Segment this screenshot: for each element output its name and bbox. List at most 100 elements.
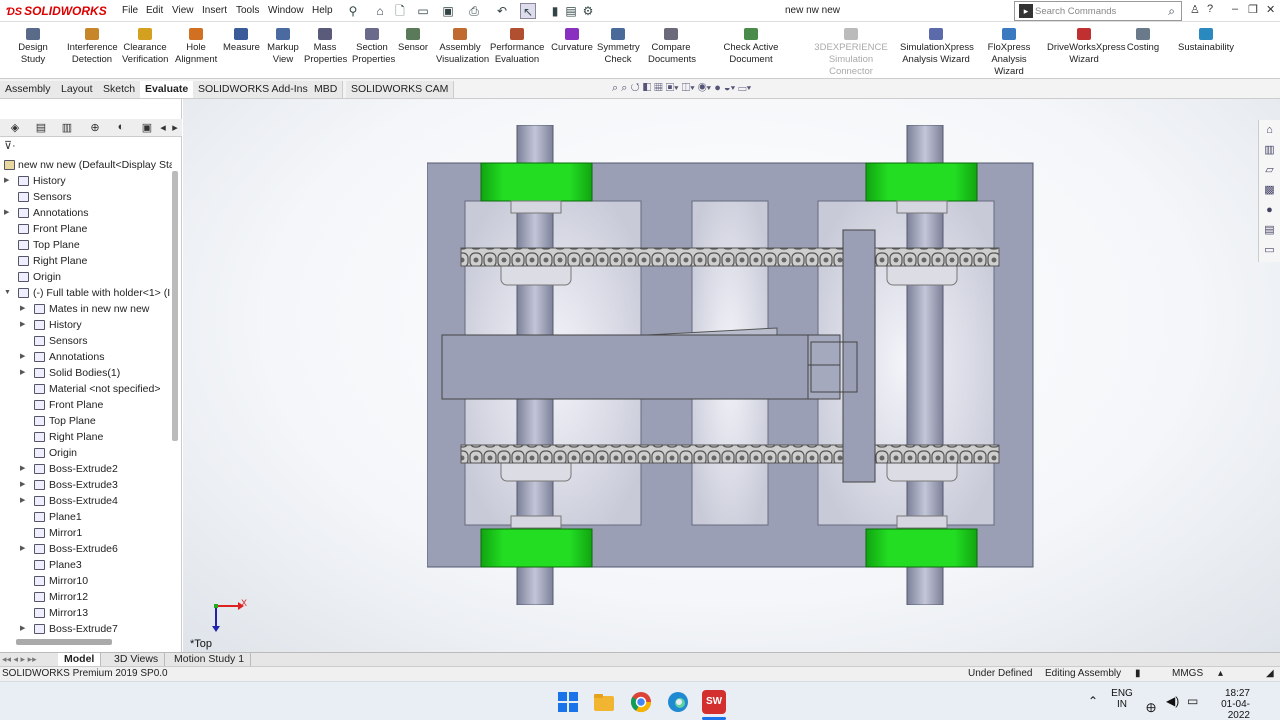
tool-hole-alignment[interactable]: Hole Alignment (175, 28, 217, 66)
display-manager-tab-icon[interactable]: ◐ (112, 121, 130, 135)
language-indicator[interactable]: ENG IN (1110, 688, 1134, 710)
tree-item[interactable]: Mirror13 (0, 605, 172, 621)
tree-item[interactable]: Front Plane (0, 397, 172, 413)
tree-item[interactable]: Top Plane (0, 413, 172, 429)
design-library-icon[interactable]: ▥ (1259, 140, 1280, 160)
carriage-plate[interactable] (842, 229, 876, 483)
solidworks-taskbar-icon[interactable]: SW (702, 690, 726, 714)
solidworks-logo[interactable]: ƊS SOLIDWORKS (6, 4, 107, 18)
holder-bar[interactable] (441, 334, 809, 400)
tab-layout[interactable]: Layout (56, 81, 99, 98)
file-explorer-taskbar-icon[interactable] (592, 690, 616, 714)
tree-item[interactable]: Material <not specified> (0, 381, 172, 397)
undo-icon[interactable]: ↶ (494, 3, 510, 19)
tool-sensor[interactable]: Sensor (398, 28, 428, 54)
tree-root[interactable]: new nw new (Default<Display Sta (0, 157, 172, 173)
filter-icon[interactable]: ⊽· (4, 139, 16, 152)
tree-item[interactable]: Mirror10 (0, 573, 172, 589)
bearing-bottom-right[interactable] (865, 528, 978, 568)
tree-item[interactable]: Sensors (0, 333, 172, 349)
tree-item[interactable]: Sensors (0, 189, 172, 205)
pin-icon[interactable]: ⚲ (345, 3, 361, 19)
expand-arrow-icon[interactable]: ▶ (4, 173, 9, 189)
chain-top[interactable] (460, 247, 1000, 267)
network-icon[interactable]: 🜨 (1146, 694, 1156, 719)
tree-item[interactable]: Mirror12 (0, 589, 172, 605)
options-icon[interactable]: ⚙ (580, 3, 596, 19)
tool-section-properties[interactable]: Section Properties (352, 28, 395, 66)
display-style-icon[interactable]: ◫▾ (682, 82, 695, 94)
appearance-icon[interactable]: ● (714, 82, 721, 94)
new-document-icon[interactable]: 🗋 (392, 3, 408, 19)
custom-properties-icon[interactable]: ▤ (1259, 220, 1280, 240)
tool-sustainability[interactable]: Sustainability (1178, 28, 1234, 54)
tree-item[interactable]: ▶ Boss-Extrude4 (0, 493, 172, 509)
assembly-model[interactable] (427, 125, 1037, 605)
expand-arrow-icon[interactable]: ▶ (20, 349, 25, 365)
expand-arrow-icon[interactable]: ▶ (20, 477, 25, 493)
expand-arrow-icon[interactable]: ▶ (20, 493, 25, 509)
chrome-icon[interactable] (629, 690, 653, 714)
view-orientation-icon[interactable]: ▣▾ (666, 82, 679, 94)
scene-icon[interactable]: ◒▾ (724, 82, 735, 94)
dynamic-annotation-icon[interactable]: ▦ (654, 82, 662, 94)
tab-navigation-icon[interactable]: ◂◂ ◂ ▸ ▸▸ (2, 654, 37, 665)
tool-curvature[interactable]: Curvature (550, 28, 594, 54)
account-icon[interactable]: ♙ (1190, 3, 1200, 16)
restore-button[interactable]: ❐ (1248, 3, 1258, 16)
tree-item[interactable]: ▶ Solid Bodies(1) (0, 365, 172, 381)
volume-icon[interactable]: ◀) (1166, 694, 1179, 708)
expand-arrow-icon[interactable]: ▼ (4, 285, 11, 301)
clock[interactable]: 18:27 01-04-2022 (1210, 688, 1250, 721)
menu-help[interactable]: Help (312, 5, 333, 16)
menu-file[interactable]: File (122, 5, 138, 16)
tab-solidworks-cam[interactable]: SOLIDWORKS CAM (346, 81, 455, 98)
tool-driveworks[interactable]: DriveWorksXpress Wizard (1047, 28, 1125, 66)
solidworks-resources-icon[interactable]: ⌂ (1259, 120, 1280, 140)
minimize-button[interactable]: – (1232, 3, 1238, 15)
expand-arrow-icon[interactable]: ▶ (20, 365, 25, 381)
edge-icon[interactable] (666, 690, 690, 714)
unit-system[interactable]: MMGS (1172, 667, 1203, 681)
help-button[interactable]: ? (1207, 3, 1213, 15)
tool-mass-properties[interactable]: Mass Properties (304, 28, 347, 66)
section-view-icon[interactable]: ◧ (643, 82, 651, 94)
search-commands[interactable]: ▸ Search Commands ⌕ (1014, 1, 1182, 21)
expand-arrow-icon[interactable]: ▶ (20, 541, 25, 557)
tab-mbd[interactable]: MBD (309, 81, 344, 98)
feature-tree-tab-icon[interactable]: ◈ (6, 121, 24, 135)
units-dropdown-icon[interactable]: ▴ (1218, 667, 1223, 681)
property-manager-tab-icon[interactable]: ▤ (32, 121, 50, 135)
tree-item[interactable]: Right Plane (0, 429, 172, 445)
zoom-to-fit-icon[interactable]: ⌕ (612, 82, 618, 94)
tool-simulationxpress[interactable]: SimulationXpress Analysis Wizard (900, 28, 974, 66)
tree-item[interactable]: Origin (0, 445, 172, 461)
graphics-area[interactable] (183, 99, 1280, 652)
expand-arrow-icon[interactable]: ▶ (20, 461, 25, 477)
tab-assembly[interactable]: Assembly (0, 81, 57, 98)
tab-scroll-right-icon[interactable]: ▸ (166, 121, 184, 135)
dimxpert-tab-icon[interactable]: ⊕ (86, 121, 104, 135)
menu-window[interactable]: Window (268, 5, 304, 16)
tool-clearance[interactable]: Clearance Verification (122, 28, 168, 66)
open-icon[interactable]: ▭ (415, 3, 431, 19)
home-icon[interactable]: ⌂ (372, 3, 388, 19)
tree-item[interactable]: ▶ Boss-Extrude3 (0, 477, 172, 493)
battery-icon[interactable]: ▭ (1187, 694, 1198, 708)
tree-item[interactable]: ▶ History (0, 317, 172, 333)
bearing-bottom-left[interactable] (480, 528, 593, 568)
menu-insert[interactable]: Insert (202, 5, 227, 16)
tool-compare[interactable]: Compare Documents (648, 28, 696, 66)
tool-performance[interactable]: Performance Evaluation (490, 28, 544, 66)
view-palette-icon[interactable]: ▩ (1259, 180, 1280, 200)
rebuild-status-icon[interactable]: ▮ (1135, 667, 1141, 681)
view-settings-icon[interactable]: ▭▾ (738, 82, 751, 94)
save-icon[interactable]: ▣ (440, 3, 456, 19)
appearances-icon[interactable]: ● (1259, 200, 1280, 220)
custom-status-icon[interactable]: ◢ (1266, 667, 1274, 681)
select-icon[interactable]: ↖ (520, 3, 536, 19)
configuration-tab-icon[interactable]: ▥ (58, 121, 76, 135)
tool-measure[interactable]: Measure (223, 28, 260, 54)
tool-symmetry[interactable]: Symmetry Check (597, 28, 640, 66)
menu-view[interactable]: View (172, 5, 194, 16)
